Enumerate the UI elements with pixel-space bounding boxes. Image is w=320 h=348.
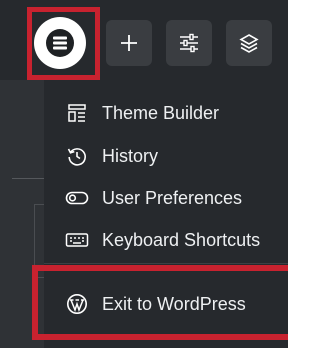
panel-divider [12,178,44,179]
menu-item-history[interactable]: History [64,141,158,171]
menu-item-label: Keyboard Shortcuts [102,229,261,250]
menu-item-keyboard-shortcuts[interactable]: Keyboard Shortcuts [64,225,260,255]
site-settings-button[interactable] [166,20,212,66]
keyboard-icon [65,233,89,247]
add-element-button[interactable] [106,20,152,66]
history-icon [67,148,86,166]
sliders-icon [180,33,198,53]
menu-divider [44,263,288,264]
menu-item-label: History [102,145,159,166]
highlight-box-exit-item [32,265,288,340]
theme-builder-icon [68,104,86,122]
highlight-box-menu-button [27,7,100,80]
menu-item-theme-builder[interactable]: Theme Builder [64,98,219,128]
menu-item-user-preferences[interactable]: User Preferences [64,183,242,213]
layers-icon [239,34,259,53]
toggle-icon [65,191,89,205]
plus-icon [121,35,137,51]
menu-item-label: Theme Builder [102,102,220,123]
top-bar [0,0,288,80]
menu-item-label: User Preferences [102,187,243,208]
structure-button[interactable] [226,20,272,66]
